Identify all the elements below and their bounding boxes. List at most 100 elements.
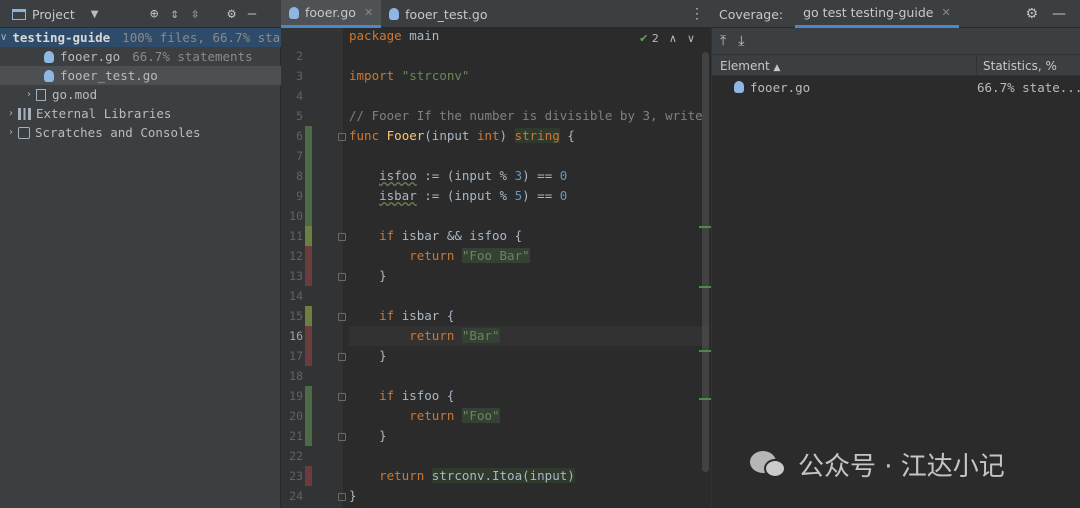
- coverage-panel: ⤒ ⤓ Element ▲ Statistics, % fooer.go 66.…: [711, 28, 1080, 508]
- code-line: import "strconv": [349, 68, 470, 83]
- code-line: // Fooer If the number is divisible by 3…: [349, 108, 709, 123]
- export-icon[interactable]: ⤒: [720, 33, 726, 49]
- coverage-label: Coverage:: [719, 6, 784, 22]
- minimize-icon[interactable]: —: [1052, 6, 1066, 22]
- expand-all-icon[interactable]: ⇕: [170, 6, 178, 22]
- coverage-tab-label: go test testing-guide: [803, 5, 934, 20]
- coverage-row-element: fooer.go: [712, 80, 977, 95]
- editor-tabs: fooer.go ✕ fooer_test.go: [281, 0, 496, 28]
- code-line: isfoo := (input % 3) == 0: [379, 168, 568, 183]
- code-line: func Fooer(input int) string {: [349, 128, 575, 143]
- go-file-icon: [44, 50, 54, 63]
- coverage-hint: 100% files, 66.7% statements: [122, 30, 281, 45]
- code-line: if isbar {: [379, 308, 455, 323]
- sort-asc-icon: ▲: [773, 63, 781, 73]
- minimize-icon[interactable]: —: [248, 6, 256, 22]
- tree-item-testing-guide[interactable]: ∨ testing-guide 100% files, 66.7% statem…: [0, 28, 281, 47]
- project-tree: ∨ testing-guide 100% files, 66.7% statem…: [0, 28, 281, 508]
- tree-item-label: fooer_test.go: [60, 68, 158, 83]
- chevron-right-icon[interactable]: ›: [4, 127, 18, 138]
- error-stripe-mark[interactable]: [699, 286, 711, 288]
- gear-icon[interactable]: ⚙: [227, 6, 235, 22]
- project-window-icon: [12, 8, 26, 20]
- line-number: 11: [289, 229, 303, 243]
- line-number: 17: [289, 349, 303, 363]
- tree-item-external-libraries[interactable]: › External Libraries: [0, 104, 281, 123]
- fold-icon[interactable]: [338, 493, 346, 501]
- tab-fooer-go[interactable]: fooer.go ✕: [281, 0, 382, 28]
- code-line: return "Foo": [409, 408, 500, 423]
- coverage-marker-partial[interactable]: [305, 306, 312, 326]
- column-header-element[interactable]: Element ▲: [712, 55, 977, 75]
- collapse-all-icon[interactable]: ⇳: [191, 6, 199, 22]
- coverage-marker-uncovered[interactable]: [305, 326, 312, 366]
- chevron-down-icon[interactable]: ▼: [91, 9, 99, 20]
- line-number: 19: [289, 389, 303, 403]
- editor-scrollbar[interactable]: [702, 52, 709, 472]
- line-number: 12: [289, 249, 303, 263]
- fold-icon[interactable]: [338, 433, 346, 441]
- tree-item-go-mod[interactable]: › go.mod: [0, 85, 281, 104]
- coverage-row-label: fooer.go: [750, 79, 811, 95]
- code-line: package main: [349, 28, 440, 43]
- line-number: 3: [296, 69, 303, 83]
- line-number: 21: [289, 429, 303, 443]
- close-icon[interactable]: ✕: [364, 6, 373, 19]
- code-editor[interactable]: 2 3 4 5 6 7 8 9 10 11 12 13 14 15 16 17 …: [281, 28, 711, 508]
- code-line: }: [379, 268, 387, 283]
- error-stripe-mark[interactable]: [699, 226, 711, 228]
- tree-item-fooer-test-go[interactable]: fooer_test.go: [0, 66, 281, 85]
- column-header-statistics[interactable]: Statistics, %: [977, 55, 1080, 75]
- chevron-right-icon[interactable]: ›: [4, 108, 18, 119]
- coverage-row[interactable]: fooer.go 66.7% state...: [712, 76, 1080, 98]
- chevron-down-icon[interactable]: ∨: [0, 32, 7, 43]
- fold-icon[interactable]: [338, 133, 346, 141]
- close-icon[interactable]: ✕: [941, 6, 950, 19]
- fold-icon[interactable]: [338, 233, 346, 241]
- error-stripe-mark[interactable]: [699, 398, 711, 400]
- import-icon[interactable]: ⤓: [738, 33, 744, 49]
- error-stripe-mark[interactable]: [699, 350, 711, 352]
- tab-fooer-test-go[interactable]: fooer_test.go: [381, 0, 495, 28]
- coverage-hint: 66.7% statements: [132, 49, 253, 64]
- go-test-file-icon: [44, 69, 54, 82]
- line-number: 2: [296, 49, 303, 63]
- coverage-header-tools: ⚙ —: [1025, 0, 1066, 28]
- locate-icon[interactable]: ⊕: [150, 6, 158, 22]
- go-file-icon: [389, 8, 400, 20]
- tree-item-label: fooer.go: [60, 49, 121, 64]
- line-number: 20: [289, 409, 303, 423]
- fold-icon[interactable]: [338, 273, 346, 281]
- tree-item-scratches[interactable]: › Scratches and Consoles: [0, 123, 281, 142]
- code-line: return "Foo Bar": [409, 248, 530, 263]
- line-number: 6: [296, 129, 303, 143]
- line-number: 24: [289, 489, 303, 503]
- coverage-header: Coverage: go test testing-guide ✕ ⚙ —: [711, 0, 1080, 28]
- coverage-table-header: Element ▲ Statistics, %: [712, 54, 1080, 76]
- tree-item-label: go.mod: [52, 87, 98, 102]
- line-number: 18: [289, 369, 303, 383]
- line-number: 13: [289, 269, 303, 283]
- line-number: 22: [289, 449, 303, 463]
- coverage-marker-uncovered[interactable]: [305, 246, 312, 286]
- fold-icon[interactable]: [338, 393, 346, 401]
- coverage-marker-uncovered[interactable]: [305, 466, 312, 486]
- tree-item-fooer-go[interactable]: fooer.go 66.7% statements: [0, 47, 281, 66]
- code-line: if isbar && isfoo {: [379, 228, 523, 243]
- fold-icon[interactable]: [338, 313, 346, 321]
- go-file-icon: [734, 81, 744, 93]
- code-line: }: [379, 428, 387, 443]
- tab-label: fooer.go: [305, 5, 356, 20]
- gear-icon[interactable]: ⚙: [1025, 6, 1038, 22]
- coverage-toolbar: ⤒ ⤓: [712, 28, 1080, 54]
- libraries-icon: [18, 107, 31, 120]
- coverage-marker-partial[interactable]: [305, 226, 312, 246]
- fold-icon[interactable]: [338, 353, 346, 361]
- coverage-tab[interactable]: go test testing-guide ✕: [795, 0, 959, 28]
- line-number: 4: [296, 89, 303, 103]
- coverage-marker-covered[interactable]: [305, 386, 312, 446]
- more-tabs-icon[interactable]: ⋮: [690, 0, 704, 28]
- tab-label: fooer_test.go: [405, 6, 488, 22]
- line-number: 15: [289, 309, 303, 323]
- chevron-right-icon[interactable]: ›: [22, 89, 36, 100]
